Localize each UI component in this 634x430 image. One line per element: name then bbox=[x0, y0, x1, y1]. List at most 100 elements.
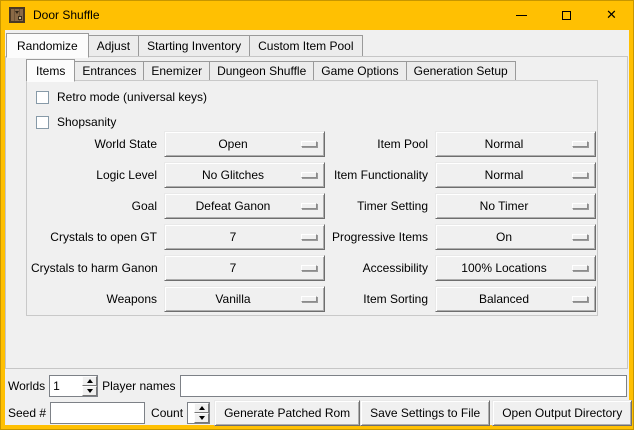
dropdown-indicator-icon bbox=[301, 234, 317, 240]
item-pool-dropdown[interactable]: Normal bbox=[435, 131, 596, 157]
tab-generation-setup[interactable]: Generation Setup bbox=[406, 61, 516, 81]
close-button[interactable]: ✕ bbox=[589, 0, 634, 30]
window-body: Randomize Adjust Starting Inventory Cust… bbox=[5, 30, 629, 425]
checkbox-label: Shopsanity bbox=[57, 115, 116, 129]
logic-level-label: Logic Level bbox=[31, 168, 161, 182]
spin-up-button[interactable] bbox=[194, 403, 209, 413]
tab-label: Adjust bbox=[97, 39, 130, 53]
world-state-label: World State bbox=[31, 137, 161, 151]
count-spinbox[interactable] bbox=[187, 402, 210, 424]
tab-custom-item-pool[interactable]: Custom Item Pool bbox=[249, 35, 362, 57]
tab-starting-inventory[interactable]: Starting Inventory bbox=[138, 35, 250, 57]
dropdown-value: On bbox=[436, 230, 572, 244]
worlds-input[interactable] bbox=[50, 376, 82, 396]
spin-down-button[interactable] bbox=[194, 413, 209, 423]
open-output-directory-button[interactable]: Open Output Directory bbox=[492, 400, 632, 426]
logic-level-dropdown[interactable]: No Glitches bbox=[164, 162, 325, 188]
crystals-ganon-label: Crystals to harm Ganon bbox=[31, 261, 161, 275]
dropdown-value: Vanilla bbox=[165, 292, 301, 306]
dropdown-indicator-icon bbox=[301, 141, 317, 147]
accessibility-dropdown[interactable]: 100% Locations bbox=[435, 255, 596, 281]
dropdown-value: Normal bbox=[436, 168, 572, 182]
generate-patched-rom-button[interactable]: Generate Patched Rom bbox=[214, 400, 360, 426]
dropdown-indicator-icon bbox=[572, 172, 588, 178]
checkbox-label: Retro mode (universal keys) bbox=[57, 90, 207, 104]
dropdown-value: Normal bbox=[436, 137, 572, 151]
tab-label: Custom Item Pool bbox=[258, 39, 353, 53]
count-label: Count bbox=[151, 406, 183, 420]
dropdown-indicator-icon bbox=[572, 296, 588, 302]
progressive-items-dropdown[interactable]: On bbox=[435, 224, 596, 250]
dropdown-indicator-icon bbox=[572, 265, 588, 271]
retro-mode-checkbox[interactable]: Retro mode (universal keys) bbox=[36, 89, 207, 105]
spin-buttons bbox=[194, 403, 209, 423]
crystals-gt-label: Crystals to open GT bbox=[31, 230, 161, 244]
tab-label: Enemizer bbox=[151, 64, 202, 78]
window-title: Door Shuffle bbox=[33, 8, 100, 22]
crystals-gt-dropdown[interactable]: 7 bbox=[164, 224, 325, 250]
main-tab-bar: Randomize Adjust Starting Inventory Cust… bbox=[6, 33, 362, 57]
spin-up-button[interactable] bbox=[82, 376, 97, 386]
dropdown-value: Open bbox=[165, 137, 301, 151]
tab-label: Generation Setup bbox=[414, 64, 508, 78]
player-names-input[interactable] bbox=[180, 375, 628, 397]
tab-dungeon-shuffle[interactable]: Dungeon Shuffle bbox=[209, 61, 314, 81]
world-state-dropdown[interactable]: Open bbox=[164, 131, 325, 157]
items-tab-panel: Retro mode (universal keys) Shopsanity W… bbox=[26, 80, 598, 316]
tab-randomize[interactable]: Randomize bbox=[6, 33, 89, 58]
dropdown-value: Defeat Ganon bbox=[165, 199, 301, 213]
worlds-spinbox[interactable] bbox=[49, 375, 98, 397]
seed-input[interactable] bbox=[50, 402, 145, 424]
tab-label: Dungeon Shuffle bbox=[217, 64, 306, 78]
crystals-ganon-dropdown[interactable]: 7 bbox=[164, 255, 325, 281]
tab-entrances[interactable]: Entrances bbox=[74, 61, 144, 81]
seed-row: Seed # Count Generate Patched Rom Save S… bbox=[8, 400, 627, 426]
dropdown-indicator-icon bbox=[301, 265, 317, 271]
dropdown-indicator-icon bbox=[572, 203, 588, 209]
dropdown-value: 7 bbox=[165, 230, 301, 244]
tab-items[interactable]: Items bbox=[26, 59, 75, 82]
door-icon bbox=[9, 7, 25, 23]
spin-up-icon bbox=[87, 379, 93, 383]
close-icon: ✕ bbox=[606, 7, 617, 23]
spin-down-icon bbox=[199, 416, 205, 420]
dropdown-indicator-icon bbox=[301, 296, 317, 302]
tab-label: Starting Inventory bbox=[147, 39, 241, 53]
dropdown-value: 100% Locations bbox=[436, 261, 572, 275]
tab-label: Items bbox=[36, 64, 65, 78]
spin-buttons bbox=[82, 376, 97, 396]
item-functionality-label: Item Functionality bbox=[328, 168, 432, 182]
worlds-label: Worlds bbox=[8, 379, 45, 393]
dropdown-value: 7 bbox=[165, 261, 301, 275]
worlds-row: Worlds Player names bbox=[8, 375, 627, 397]
item-functionality-dropdown[interactable]: Normal bbox=[435, 162, 596, 188]
tab-label: Game Options bbox=[321, 64, 398, 78]
minimize-icon bbox=[516, 15, 527, 16]
minimize-button[interactable] bbox=[499, 0, 544, 30]
item-sorting-label: Item Sorting bbox=[328, 292, 432, 306]
save-settings-button[interactable]: Save Settings to File bbox=[360, 400, 490, 426]
dropdown-indicator-icon bbox=[301, 172, 317, 178]
checkbox-box[interactable] bbox=[36, 116, 49, 129]
goal-dropdown[interactable]: Defeat Ganon bbox=[164, 193, 325, 219]
dropdown-indicator-icon bbox=[572, 234, 588, 240]
maximize-button[interactable] bbox=[544, 0, 589, 30]
item-sorting-dropdown[interactable]: Balanced bbox=[435, 286, 596, 312]
weapons-dropdown[interactable]: Vanilla bbox=[164, 286, 325, 312]
item-pool-label: Item Pool bbox=[328, 137, 432, 151]
title-bar: Door Shuffle ✕ bbox=[0, 0, 634, 30]
dropdown-indicator-icon bbox=[301, 203, 317, 209]
dropdown-indicator-icon bbox=[572, 141, 588, 147]
spin-down-button[interactable] bbox=[82, 386, 97, 396]
tab-game-options[interactable]: Game Options bbox=[313, 61, 406, 81]
player-names-label: Player names bbox=[102, 379, 175, 393]
options-grid: World State Open Item Pool Normal Logic … bbox=[31, 128, 596, 314]
dropdown-value: Balanced bbox=[436, 292, 572, 306]
tab-enemizer[interactable]: Enemizer bbox=[143, 61, 210, 81]
timer-setting-dropdown[interactable]: No Timer bbox=[435, 193, 596, 219]
progressive-items-label: Progressive Items bbox=[328, 230, 432, 244]
tab-adjust[interactable]: Adjust bbox=[88, 35, 139, 57]
checkbox-box[interactable] bbox=[36, 91, 49, 104]
spin-up-icon bbox=[199, 406, 205, 410]
app-window: Door Shuffle ✕ Randomize Adjust Starting… bbox=[0, 0, 634, 430]
